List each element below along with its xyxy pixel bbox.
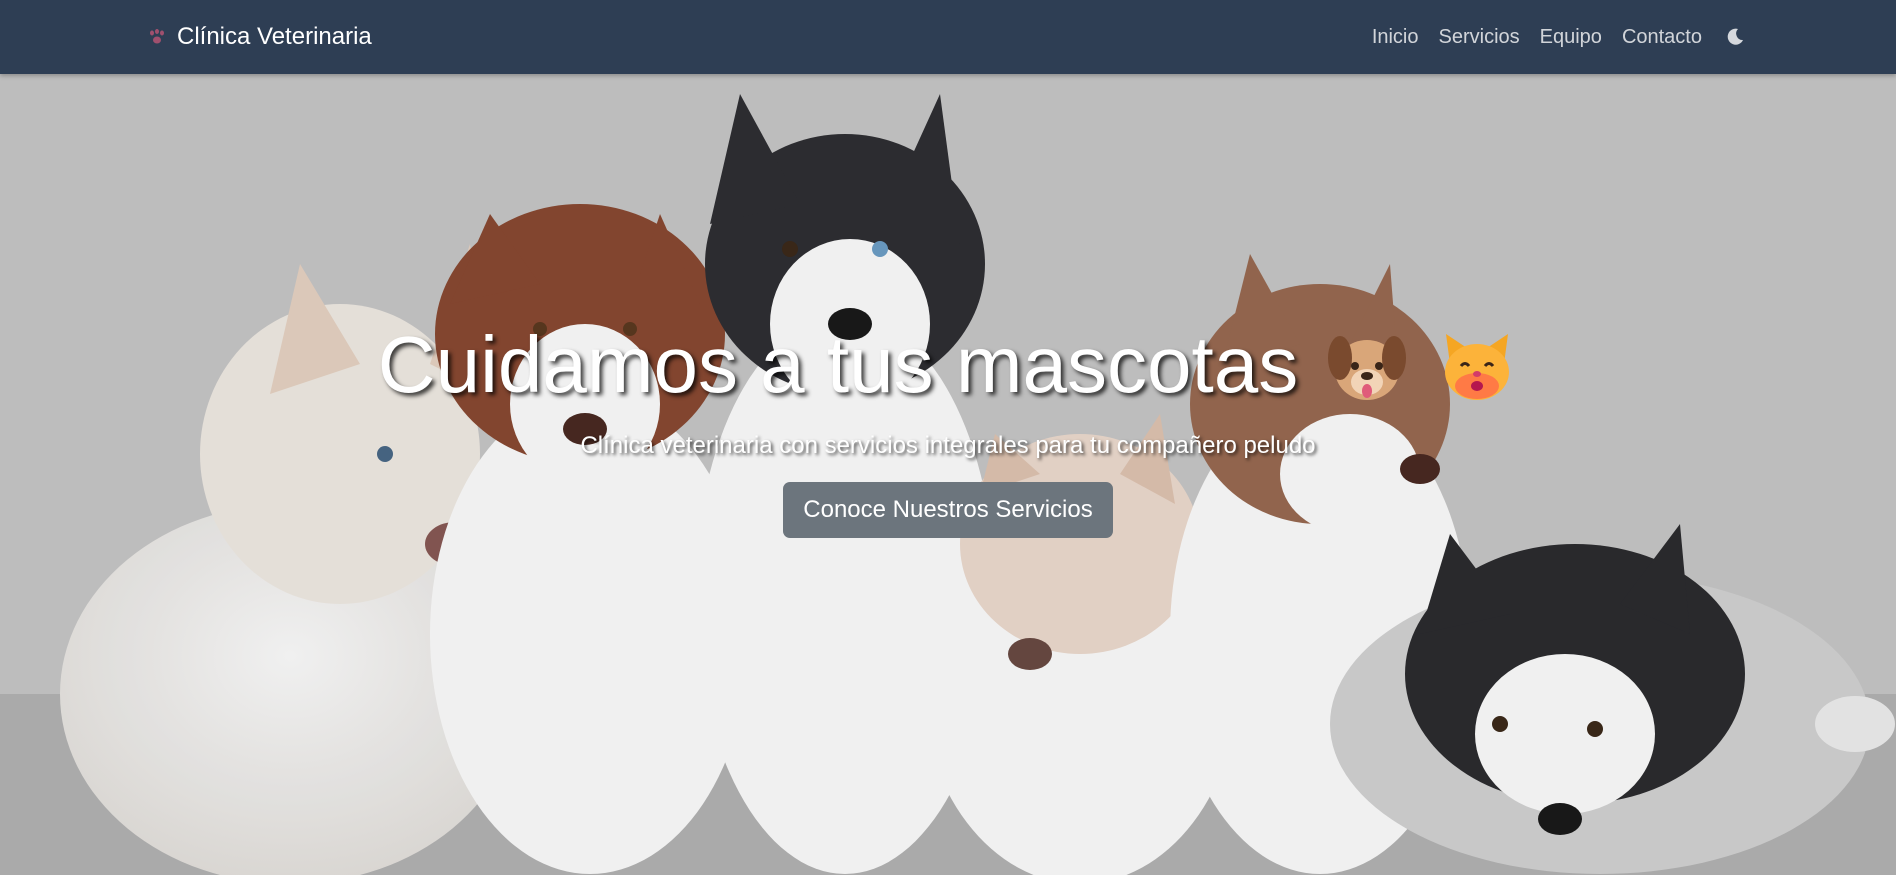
cat-face-icon [1436,324,1518,406]
navbar: Clínica Veterinaria Inicio Servicios Equ… [0,0,1896,74]
nav-link-contacto[interactable]: Contacto [1622,26,1702,49]
hero-section: Cuidamos a tus mascotas Clínica veterina… [0,74,1896,875]
dog-face-icon [1326,324,1408,406]
paw-icon [145,25,169,49]
hero-title-text: Cuidamos a tus mascotas [377,320,1299,409]
hero-title: Cuidamos a tus mascotas [378,324,1518,406]
nav-menu: Inicio Servicios Equipo Contacto [1372,0,1746,74]
moon-icon[interactable] [1724,26,1746,48]
hero-subtitle: Clínica veterinaria con servicios integr… [580,432,1316,459]
nav-link-servicios[interactable]: Servicios [1439,26,1520,49]
brand-name: Clínica Veterinaria [177,23,372,50]
services-cta-button[interactable]: Conoce Nuestros Servicios [783,482,1113,538]
hero-content: Cuidamos a tus mascotas Clínica veterina… [0,324,1896,538]
brand-link[interactable]: Clínica Veterinaria [145,0,372,74]
nav-link-inicio[interactable]: Inicio [1372,26,1419,49]
nav-link-equipo[interactable]: Equipo [1540,26,1602,49]
